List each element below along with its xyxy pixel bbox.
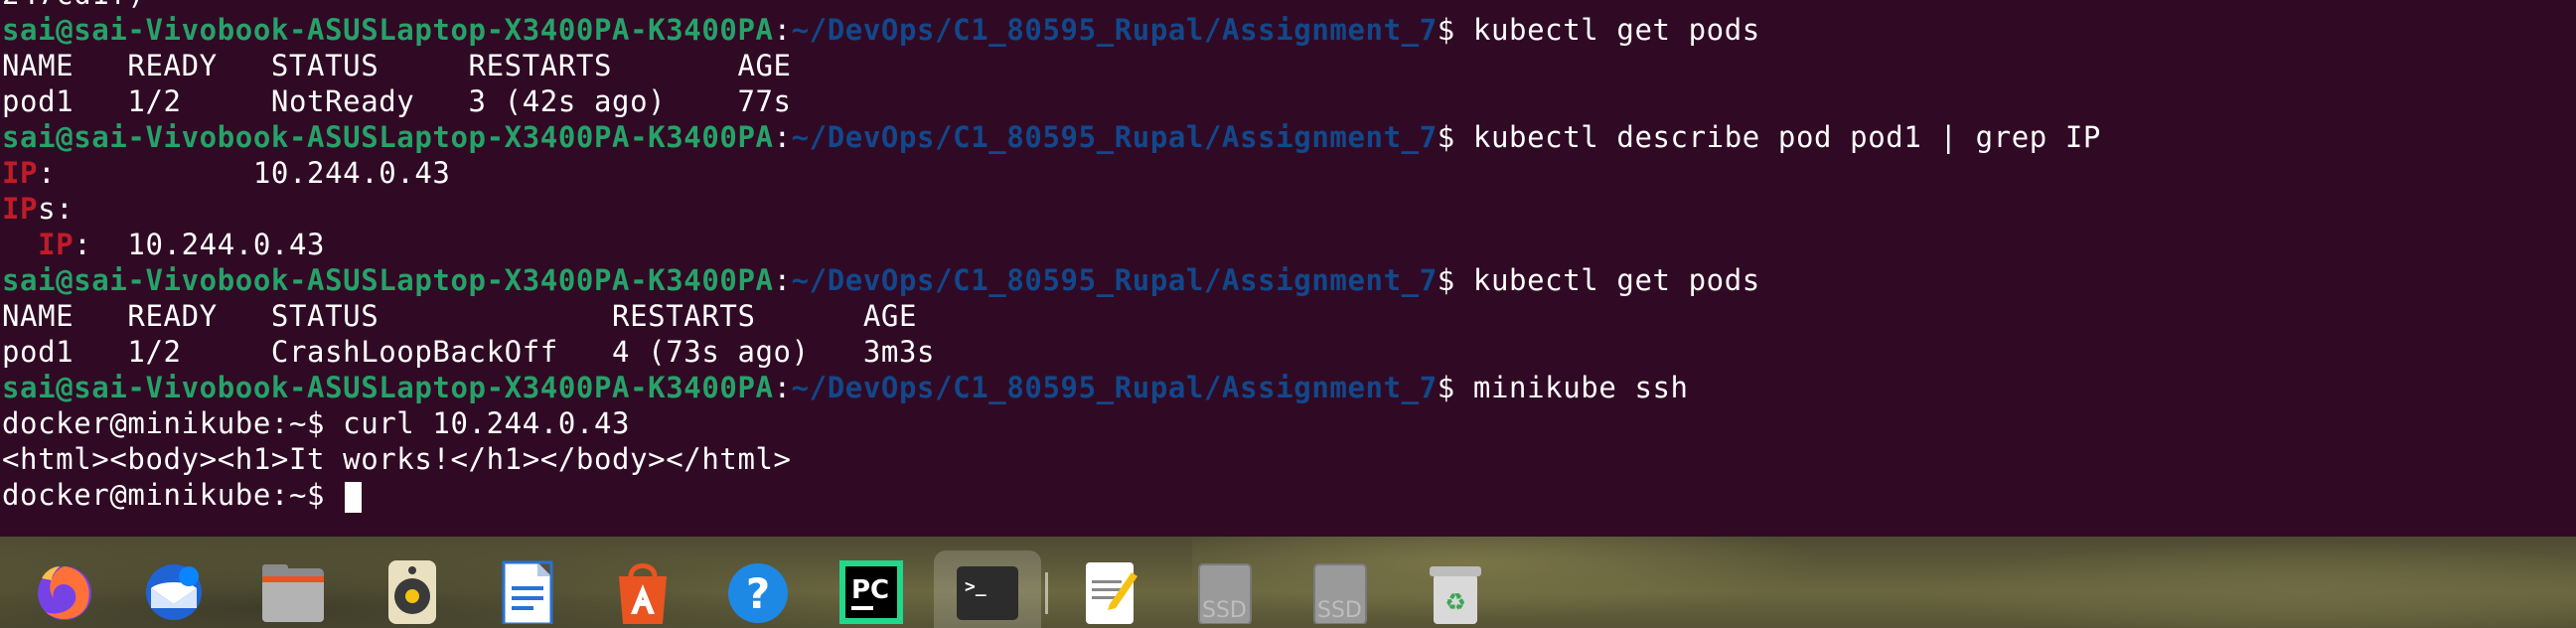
trash-icon[interactable]: ♻ — [1421, 558, 1490, 628]
grep-match: IP — [2, 156, 39, 190]
command-text: kubectl describe pod pod1 | grep IP — [1472, 120, 2101, 154]
terminal-output: 247cd1f) sai@sai-Vivobook-ASUSLaptop-X34… — [2, 0, 2101, 513]
prompt-path: ~/DevOps/C1_80595_Rupal/Assignment_7 — [791, 120, 1438, 154]
command-text: kubectl get pods — [1472, 263, 1760, 297]
svg-text:♻: ♻ — [1444, 588, 1466, 616]
prompt-line: sai@sai-Vivobook-ASUSLaptop-X3400PA-K340… — [2, 119, 2101, 155]
prompt-user-host: sai@sai-Vivobook-ASUSLaptop-X3400PA-K340… — [2, 263, 774, 297]
text-cursor — [345, 481, 363, 513]
grep-rest: : 10.244.0.43 — [38, 156, 451, 190]
libreoffice-writer-icon[interactable] — [493, 558, 562, 628]
table-header: NAME READY STATUS RESTARTS AGE — [2, 49, 792, 82]
grep-match: IP — [38, 228, 75, 261]
terminal-line: 247cd1f) — [2, 0, 2101, 12]
pycharm-icon[interactable]: PC — [836, 558, 906, 628]
table-row: pod1 1/2 CrashLoopBackOff 4 (73s ago) 3m… — [2, 335, 936, 369]
prompt-user-host: sai@sai-Vivobook-ASUSLaptop-X3400PA-K340… — [2, 371, 774, 404]
dock-separator — [1045, 572, 1048, 614]
table-row: pod1 1/2 NotReady 3 (42s ago) 77s — [2, 84, 792, 118]
prompt-dollar: $ — [1437, 13, 1473, 47]
terminal-icon[interactable]: >_ — [934, 550, 1041, 628]
grep-rest: : 10.244.0.43 — [74, 228, 326, 261]
grep-rest: s: — [38, 192, 75, 226]
rhythmbox-icon[interactable] — [378, 558, 447, 628]
prompt-path: ~/DevOps/C1_80595_Rupal/Assignment_7 — [791, 13, 1438, 47]
command-text: kubectl get pods — [1472, 13, 1760, 47]
prompt-dollar: $ — [1437, 371, 1473, 404]
svg-text:>_: >_ — [965, 576, 986, 597]
prompt-separator: : — [773, 120, 792, 154]
firefox-icon[interactable] — [30, 558, 99, 628]
active-prompt-line[interactable]: docker@minikube:~$ — [2, 477, 2101, 513]
grep-indent — [2, 228, 38, 261]
grep-result-line: IP: 10.244.0.43 — [2, 227, 2101, 262]
help-icon[interactable]: ? — [723, 558, 793, 628]
grep-match: IP — [2, 192, 39, 226]
files-icon[interactable] — [258, 558, 328, 628]
prompt-path: ~/DevOps/C1_80595_Rupal/Assignment_7 — [791, 371, 1438, 404]
table-header: NAME READY STATUS RESTARTS AGE — [2, 299, 918, 333]
thunderbird-icon[interactable] — [139, 558, 209, 628]
dock: ? PC >_ ♻ SSD SSD — [0, 537, 2576, 628]
prompt-dollar: $ — [1437, 120, 1473, 154]
ssd-label: SSD — [1317, 598, 1362, 623]
prompt-line: sai@sai-Vivobook-ASUSLaptop-X3400PA-K340… — [2, 262, 2101, 298]
prompt-line: sai@sai-Vivobook-ASUSLaptop-X3400PA-K340… — [2, 370, 2101, 405]
terminal-window[interactable]: 247cd1f) sai@sai-Vivobook-ASUSLaptop-X34… — [0, 0, 2576, 537]
grep-result-line: IP: 10.244.0.43 — [2, 155, 2101, 191]
text-editor-icon[interactable] — [1075, 558, 1144, 628]
prompt-separator: : — [773, 13, 792, 47]
curl-output-line: <html><body><h1>It works!</h1></body></h… — [2, 442, 792, 476]
prompt-separator: : — [773, 371, 792, 404]
svg-text:PC: PC — [851, 575, 889, 605]
prompt-line: sai@sai-Vivobook-ASUSLaptop-X3400PA-K340… — [2, 12, 2101, 48]
prompt-user-host: sai@sai-Vivobook-ASUSLaptop-X3400PA-K340… — [2, 120, 774, 154]
ssh-prompt: docker@minikube:~$ — [2, 478, 344, 512]
prompt-user-host: sai@sai-Vivobook-ASUSLaptop-X3400PA-K340… — [2, 13, 774, 47]
prompt-separator: : — [773, 263, 792, 297]
prompt-dollar: $ — [1437, 263, 1473, 297]
svg-text:?: ? — [746, 569, 770, 618]
software-center-icon[interactable] — [608, 558, 678, 628]
prompt-path: ~/DevOps/C1_80595_Rupal/Assignment_7 — [791, 263, 1438, 297]
grep-result-line: IPs: — [2, 191, 2101, 227]
ssh-command-line: docker@minikube:~$ curl 10.244.0.43 — [2, 406, 631, 440]
ssd-label: SSD — [1202, 598, 1247, 623]
command-text: minikube ssh — [1472, 371, 1689, 404]
